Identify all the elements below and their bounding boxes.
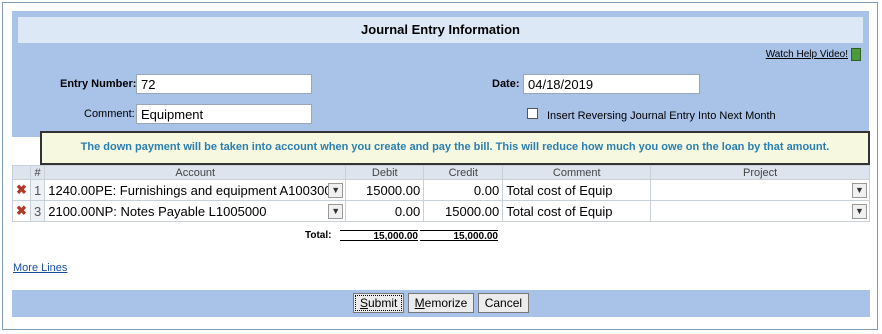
project-select[interactable]: ▼ (650, 200, 870, 222)
column-header-comment: Comment (502, 165, 652, 180)
date-label: Date: (492, 78, 520, 90)
debit-input[interactable]: 0.00 (345, 200, 425, 222)
credit-input[interactable]: 0.00 (423, 179, 504, 201)
reversing-entry-checkbox[interactable] (527, 108, 538, 119)
line-number: 3 (29, 200, 46, 222)
chevron-down-icon[interactable]: ▼ (852, 183, 867, 198)
total-label: Total: (305, 230, 332, 241)
help-video-link[interactable]: Watch Help Video! (766, 48, 861, 61)
line-comment-input[interactable]: Total cost of Equip (502, 179, 652, 201)
cancel-button[interactable]: Cancel (477, 293, 530, 313)
delete-column-header (12, 165, 31, 180)
credit-input[interactable]: 15000.00 (423, 200, 504, 222)
journal-entry-window: Journal Entry Information Watch Help Vid… (2, 2, 878, 330)
delete-line-icon[interactable]: ✖ (12, 179, 31, 201)
chevron-down-icon[interactable]: ▼ (852, 204, 867, 219)
debit-input[interactable]: 15000.00 (345, 179, 425, 201)
column-header-account: Account (44, 165, 347, 180)
entry-number-label: Entry Number: (60, 78, 137, 90)
comment-label: Comment: (84, 108, 135, 120)
comment-input[interactable]: Equipment (136, 104, 312, 124)
chevron-down-icon[interactable]: ▼ (328, 183, 344, 198)
table-row: ✖ 3 2100.00NP: Notes Payable L1005000 ▼ … (12, 200, 870, 222)
total-credit-underline (420, 240, 498, 241)
delete-line-icon[interactable]: ✖ (12, 200, 31, 222)
column-header-num: # (29, 165, 46, 180)
account-select[interactable]: 2100.00NP: Notes Payable L1005000 ▼ (44, 200, 347, 222)
more-lines-link[interactable]: More Lines (13, 262, 67, 274)
page-title: Journal Entry Information (18, 17, 863, 43)
film-icon (851, 48, 861, 61)
column-header-project: Project (650, 165, 870, 180)
account-value: 1240.00PE: Furnishings and equipment A10… (48, 182, 332, 198)
down-payment-notice: The down payment will be taken into acco… (40, 131, 870, 165)
date-input[interactable]: 04/18/2019 (523, 74, 700, 94)
memorize-button[interactable]: Memorize (407, 293, 475, 313)
total-debit-underline (340, 240, 418, 241)
column-header-debit: Debit (345, 165, 425, 180)
line-comment-input[interactable]: Total cost of Equip (502, 200, 652, 222)
journal-lines-table: # Account Debit Credit Comment Project ✖… (12, 165, 870, 222)
table-row: ✖ 1 1240.00PE: Furnishings and equipment… (12, 179, 870, 201)
account-value: 2100.00NP: Notes Payable L1005000 (48, 203, 267, 219)
column-header-credit: Credit (423, 165, 504, 180)
help-video-label[interactable]: Watch Help Video! (766, 49, 848, 60)
action-bar: Submit Memorize Cancel (12, 290, 870, 317)
entry-number-input[interactable]: 72 (136, 74, 312, 94)
line-number: 1 (29, 179, 46, 201)
project-select[interactable]: ▼ (650, 179, 870, 201)
submit-button[interactable]: Submit (352, 293, 405, 313)
entry-panel: Journal Entry Information Watch Help Vid… (12, 11, 869, 137)
reversing-entry-label: Insert Reversing Journal Entry Into Next… (547, 110, 776, 122)
account-select[interactable]: 1240.00PE: Furnishings and equipment A10… (44, 179, 347, 201)
chevron-down-icon[interactable]: ▼ (328, 204, 344, 219)
